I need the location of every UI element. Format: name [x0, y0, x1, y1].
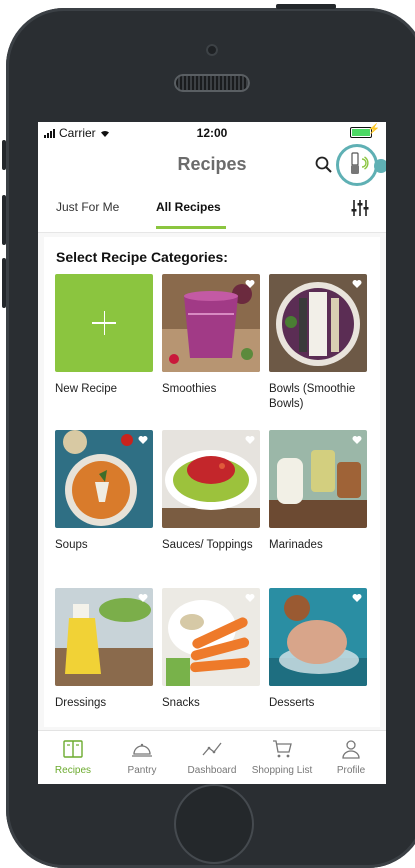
category-label: Bowls (Smoothie Bowls) — [269, 383, 356, 410]
tab-just-for-me[interactable]: Just For Me — [56, 200, 119, 214]
favorite-heart-icon[interactable] — [352, 593, 362, 603]
new-recipe-tile[interactable] — [55, 274, 153, 372]
favorite-heart-icon[interactable] — [245, 593, 255, 603]
nav-profile[interactable]: Profile — [316, 739, 386, 776]
favorite-heart-icon[interactable] — [352, 435, 362, 445]
app-header: Recipes — [38, 142, 386, 188]
device-status-dot — [374, 159, 386, 173]
power-button — [276, 4, 336, 9]
favorite-heart-icon[interactable] — [138, 435, 148, 445]
nav-label: Profile — [336, 765, 366, 776]
device-connect-button[interactable] — [336, 144, 378, 186]
search-icon[interactable] — [315, 156, 333, 174]
category-label: Desserts — [269, 697, 315, 709]
soups-photo[interactable] — [55, 430, 153, 528]
nav-pantry[interactable]: Pantry — [107, 739, 177, 776]
dressings-photo[interactable] — [55, 588, 153, 686]
category-label: Sauces/ Toppings — [162, 539, 253, 551]
category-label: Smoothies — [162, 383, 217, 395]
category-label: Marinades — [269, 539, 323, 551]
category-soups[interactable]: Soups — [55, 430, 153, 553]
favorite-heart-icon[interactable] — [352, 279, 362, 289]
smoothies-photo[interactable] — [162, 274, 260, 372]
nav-shopping-list[interactable]: Shopping List — [247, 739, 317, 776]
favorite-heart-icon[interactable] — [245, 279, 255, 289]
favorite-heart-icon[interactable] — [138, 593, 148, 603]
snacks-photo[interactable] — [162, 588, 260, 686]
section-title: Select Recipe Categories: — [56, 249, 228, 265]
page-title: Recipes — [177, 154, 247, 174]
mute-switch — [2, 140, 6, 170]
status-bar: Carrier 12:00 ⚡ — [38, 122, 386, 142]
category-snacks[interactable]: Snacks — [162, 588, 260, 711]
desserts-photo[interactable] — [269, 588, 367, 686]
status-time: 12:00 — [196, 126, 228, 140]
filter-sliders-icon[interactable] — [350, 198, 370, 218]
nav-label: Dashboard — [187, 765, 237, 776]
sauces-photo[interactable] — [162, 430, 260, 528]
tab-all-recipes[interactable]: All Recipes — [156, 200, 221, 214]
nav-dashboard[interactable]: Dashboard — [177, 739, 247, 776]
nav-label: Shopping List — [251, 765, 313, 776]
phone-frame: Carrier 12:00 ⚡ Recipes Just For Me All … — [0, 0, 415, 868]
nav-label: Pantry — [127, 765, 157, 776]
category-marinades[interactable]: Marinades — [269, 430, 367, 553]
front-camera — [206, 44, 218, 56]
category-label: New Recipe — [55, 383, 117, 395]
nav-label: Recipes — [54, 765, 92, 776]
recipes-book-icon — [63, 740, 83, 758]
earpiece-speaker — [174, 74, 250, 92]
category-label: Soups — [55, 539, 88, 551]
app-screen: Carrier 12:00 ⚡ Recipes Just For Me All … — [38, 122, 386, 784]
nav-recipes[interactable]: Recipes — [38, 739, 108, 776]
cloche-icon — [132, 743, 152, 757]
category-new-recipe[interactable]: New Recipe — [55, 274, 153, 397]
chart-line-icon — [202, 742, 222, 756]
volume-down-button — [2, 258, 6, 308]
person-icon — [342, 740, 360, 759]
cart-icon — [273, 740, 292, 758]
blender-device-icon — [351, 152, 369, 174]
bowls-photo[interactable] — [269, 274, 367, 372]
category-smoothies[interactable]: Smoothies — [162, 274, 260, 397]
category-sauces-toppings[interactable]: Sauces/ Toppings — [162, 430, 260, 553]
category-label: Dressings — [55, 697, 107, 709]
category-bowls[interactable]: Bowls (Smoothie Bowls) — [269, 274, 367, 412]
favorite-heart-icon[interactable] — [245, 435, 255, 445]
category-dressings[interactable]: Dressings — [55, 588, 153, 711]
categories-panel: Select Recipe Categories: New Recipe Smo… — [44, 237, 380, 727]
volume-up-button — [2, 195, 6, 245]
charging-bolt-icon: ⚡ — [367, 124, 380, 135]
home-button[interactable] — [176, 786, 252, 862]
category-desserts[interactable]: Desserts — [269, 588, 367, 711]
category-label: Snacks — [162, 697, 200, 709]
active-tab-indicator — [156, 226, 226, 229]
bottom-tab-bar: Recipes Pantry Dashboard Shopping List P… — [38, 730, 386, 784]
recipe-tabs: Just For Me All Recipes — [38, 188, 386, 233]
marinades-photo[interactable] — [269, 430, 367, 528]
